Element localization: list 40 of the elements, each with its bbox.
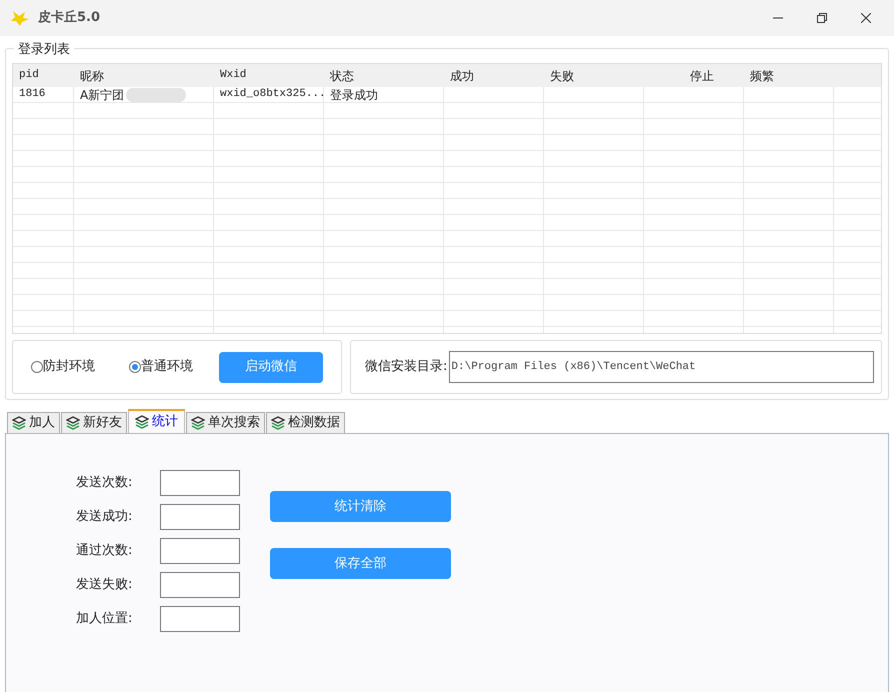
restore-icon	[817, 13, 827, 23]
column-header: 停止	[689, 68, 715, 84]
table-cell: 1816	[13, 87, 74, 102]
radio-option[interactable]: 普通环境	[129, 357, 193, 377]
column-header: 昵称	[79, 68, 105, 84]
tab[interactable]: 单次搜索	[186, 412, 265, 433]
layers-icon	[66, 416, 80, 430]
layers-icon	[271, 416, 285, 430]
input-field[interactable]	[160, 470, 240, 496]
field-label: 通过次数:	[76, 542, 132, 560]
field-label: 发送次数:	[76, 474, 132, 492]
window-title: 皮卡丘5.0	[38, 9, 100, 28]
install-dir-label: 微信安装目录:	[365, 358, 448, 376]
close-icon	[861, 13, 871, 23]
tab[interactable]: 检测数据	[266, 412, 345, 433]
tab[interactable]: 加人	[7, 412, 60, 433]
column-header: Wxid	[219, 68, 248, 84]
field-label: 发送成功:	[76, 508, 132, 526]
input-field[interactable]	[160, 538, 240, 564]
app-logo-icon	[10, 9, 30, 27]
layers-icon	[135, 415, 149, 429]
tab[interactable]: 新好友	[61, 412, 127, 433]
radio-option[interactable]: 防封环境	[31, 357, 95, 377]
install-dir-field[interactable]: D:\Program Files (x86)\Tencent\WeChat	[449, 351, 874, 383]
column-header: pid	[18, 68, 40, 84]
column-header: 失败	[549, 68, 575, 84]
layers-icon	[12, 416, 26, 430]
field-label: 加人位置:	[76, 610, 132, 628]
column-header: 状态	[329, 68, 355, 84]
table-cell: 登录成功	[324, 87, 444, 102]
table-cell: A新宁团	[74, 87, 214, 102]
input-field[interactable]	[160, 606, 240, 632]
column-header: 频繁	[749, 68, 775, 84]
table-cell: wxid_o8btx325...	[214, 87, 324, 102]
input-field[interactable]	[160, 572, 240, 598]
tab[interactable]: 统计	[128, 409, 185, 433]
field-label: 发送失败:	[76, 576, 132, 594]
layers-icon	[191, 416, 205, 430]
column-header: 成功	[449, 68, 475, 84]
input-field[interactable]	[160, 504, 240, 530]
